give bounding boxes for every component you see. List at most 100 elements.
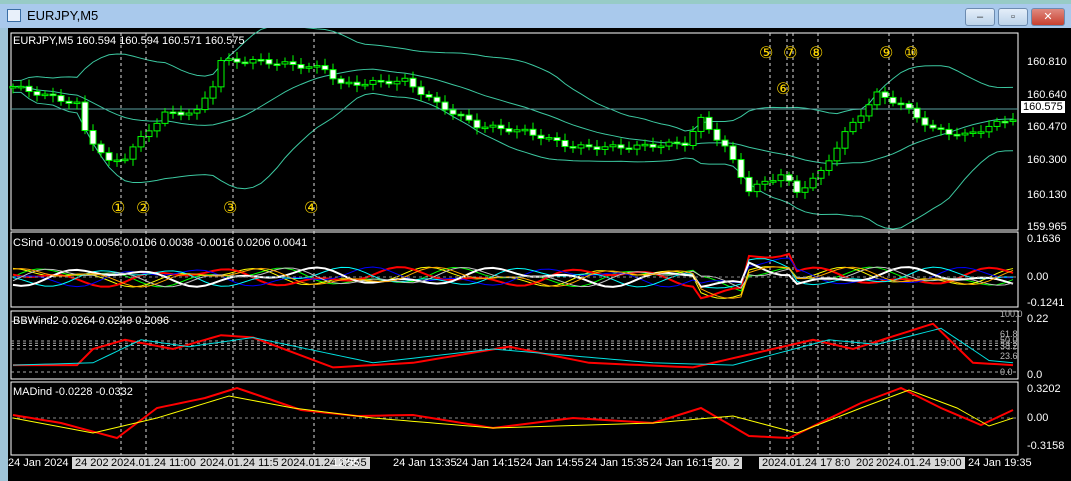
candle-body: [337, 78, 345, 84]
candle-body: [17, 85, 25, 89]
bbwind-header: BBWind2 0.0264 0.0249 0.2096: [13, 315, 169, 327]
candle-body: [377, 79, 385, 83]
candle-body: [233, 58, 241, 63]
candle-body: [281, 61, 289, 65]
candle-body: [641, 143, 649, 147]
candle-body: [969, 131, 977, 134]
chart-window[interactable]: [5, 28, 1071, 481]
candle-body: [721, 139, 729, 147]
time-axis-label: 24 Jan 14:55: [520, 457, 584, 469]
candle-body: [545, 137, 553, 140]
candle-body: [937, 127, 945, 130]
marker-1: ①: [111, 198, 126, 217]
candle-body: [89, 130, 97, 145]
candle-body: [985, 125, 993, 133]
price-axis-label: 160.640: [1027, 89, 1067, 101]
candle-body: [617, 144, 625, 149]
candle-body: [633, 144, 641, 150]
candle-body: [929, 124, 937, 129]
candle-body: [905, 103, 913, 109]
candle-body: [25, 85, 33, 92]
candle-body: [329, 69, 337, 80]
candle-body: [753, 183, 761, 193]
madind-axis-label: 0.3202: [1027, 383, 1061, 395]
price-axis-label: 160.300: [1027, 154, 1067, 166]
candle-body: [697, 116, 705, 132]
candle-body: [225, 58, 233, 62]
candle-body: [953, 133, 961, 137]
candle-body: [57, 95, 65, 102]
candle-body: [1001, 120, 1009, 124]
candle-body: [881, 91, 889, 98]
current-price-tag: 160.575: [1021, 101, 1065, 113]
candle-body: [833, 147, 841, 162]
candle-body: [137, 136, 145, 148]
candle-body: [321, 65, 329, 71]
candle-body: [489, 124, 497, 128]
bbwind-level-label: 38.2: [1000, 341, 1018, 351]
candle-body: [433, 96, 441, 103]
marker-9: ⑨: [879, 43, 894, 62]
time-axis-label: 2024.01.24 19:00: [873, 457, 965, 469]
candle-body: [73, 101, 81, 105]
candle-body: [705, 116, 713, 130]
csind-axis-label: 0.1636: [1027, 233, 1061, 245]
minimize-button[interactable]: –: [965, 8, 995, 26]
candle-body: [497, 124, 505, 130]
candle-body: [273, 63, 281, 66]
time-axis-label: 8:0: [832, 457, 854, 469]
candle-body: [249, 58, 257, 64]
candle-body: [385, 80, 393, 85]
candle-body: [873, 91, 881, 106]
candle-body: [865, 104, 873, 117]
candle-body: [577, 144, 585, 149]
csind-axis-label: -0.1241: [1027, 297, 1065, 309]
candle-body: [945, 128, 953, 135]
price-axis-label: 160.470: [1027, 121, 1067, 133]
candle-body: [849, 121, 857, 133]
maximize-button[interactable]: ▫: [998, 8, 1028, 26]
candle-body: [977, 131, 985, 134]
candle-body: [441, 101, 449, 111]
candle-body: [65, 100, 73, 104]
candle-body: [609, 144, 617, 148]
candle-body: [521, 128, 529, 132]
madind-axis-label: -0.3158: [1027, 440, 1065, 452]
time-axis-label: 2024.01.24 11:55: [197, 457, 288, 469]
candle-body: [801, 187, 809, 193]
candle-body: [825, 160, 833, 171]
candle-body: [465, 114, 473, 121]
time-axis-label: 24 Jan 2024: [8, 457, 69, 469]
candle-body: [241, 61, 249, 65]
candle-body: [297, 64, 305, 69]
candle-body: [657, 145, 665, 149]
candle-body: [369, 79, 377, 85]
candle-body: [449, 109, 457, 115]
candle-body: [737, 159, 745, 178]
candle-body: [313, 65, 321, 68]
candle-body: [161, 111, 169, 124]
candle-body: [361, 83, 369, 87]
candle-body: [513, 129, 521, 133]
marker-10: ⑩: [904, 43, 919, 62]
chart-canvas[interactable]: [8, 28, 1071, 481]
candle-body: [401, 77, 409, 82]
price-axis-label: 159.965: [1027, 221, 1067, 233]
bbwind-axis-label: 0.22: [1027, 313, 1049, 325]
madind-header: MADind -0.0228 -0.0332: [13, 386, 133, 398]
time-axis-label: 24 Jan 16:15: [650, 457, 714, 469]
candle-body: [505, 128, 513, 133]
candle-body: [593, 146, 601, 150]
candle-body: [457, 113, 465, 117]
marker-6: ⑥: [776, 79, 791, 98]
candle-body: [153, 122, 161, 132]
price-axis-label: 160.130: [1027, 189, 1067, 201]
close-button[interactable]: ✕: [1031, 8, 1065, 26]
candle-body: [289, 61, 297, 66]
candle-body: [897, 102, 905, 106]
candle-body: [665, 141, 673, 147]
candle-body: [649, 143, 657, 148]
candle-body: [481, 126, 489, 130]
candle-body: [585, 144, 593, 148]
candle-body: [217, 60, 225, 88]
